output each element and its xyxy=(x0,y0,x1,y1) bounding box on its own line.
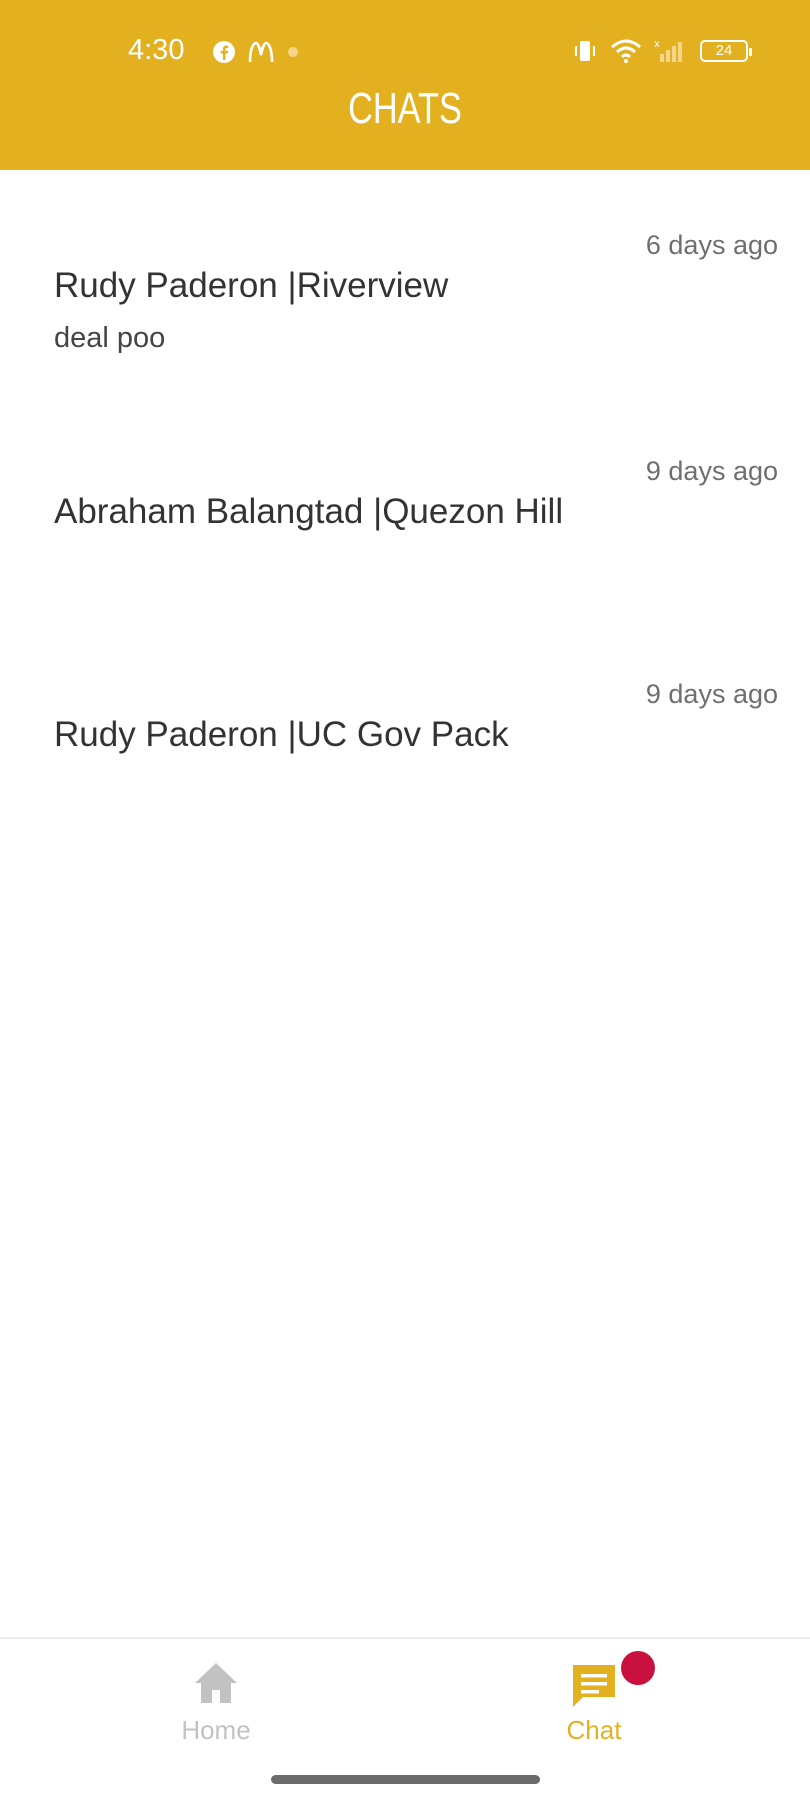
chat-contact-name: Rudy Paderon |Riverview xyxy=(54,266,449,305)
chats-screen: 4:30 x 24 CHATS 6 days ago Rudy Paderon … xyxy=(0,0,810,1800)
home-icon xyxy=(195,1663,237,1703)
chat-icon-wrapper xyxy=(567,1651,655,1711)
chat-list-item[interactable]: 9 days ago Abraham Balangtad |Quezon Hil… xyxy=(0,456,810,656)
battery-icon: 24 xyxy=(700,40,752,62)
chat-last-message: deal poo xyxy=(54,322,166,354)
status-time: 4:30 xyxy=(128,34,185,66)
nav-chat-label: Chat xyxy=(566,1715,622,1745)
chat-contact-name: Rudy Paderon |UC Gov Pack xyxy=(54,715,509,754)
dot-icon xyxy=(288,47,298,57)
mcdonalds-icon xyxy=(248,41,274,63)
unread-badge xyxy=(621,1651,655,1685)
svg-text:x: x xyxy=(654,39,660,50)
chat-contact-name: Abraham Balangtad |Quezon Hill xyxy=(54,492,564,531)
facebook-icon xyxy=(213,41,235,63)
status-right-icons: x 24 xyxy=(572,38,752,64)
chat-timestamp: 6 days ago xyxy=(645,230,778,260)
wifi-icon xyxy=(611,39,641,63)
status-left-icons xyxy=(212,40,300,64)
nav-chat-tab[interactable]: Chat xyxy=(494,1651,694,1746)
signal-icon: x xyxy=(654,39,682,62)
chat-icon xyxy=(573,1665,615,1707)
nav-home-tab[interactable]: Home xyxy=(116,1657,316,1746)
status-bar: 4:30 x 24 xyxy=(0,30,810,74)
chat-list-item[interactable]: 9 days ago Rudy Paderon |UC Gov Pack xyxy=(0,679,810,879)
chat-timestamp: 9 days ago xyxy=(645,456,778,486)
nav-home-label: Home xyxy=(181,1715,251,1745)
chat-timestamp: 9 days ago xyxy=(645,679,778,709)
home-indicator[interactable] xyxy=(271,1775,540,1784)
vibrate-icon xyxy=(575,41,595,61)
app-header: 4:30 x 24 CHATS xyxy=(0,0,810,170)
chat-list-item[interactable]: 6 days ago Rudy Paderon |Riverview deal … xyxy=(0,230,810,430)
page-title: CHATS xyxy=(348,84,462,133)
